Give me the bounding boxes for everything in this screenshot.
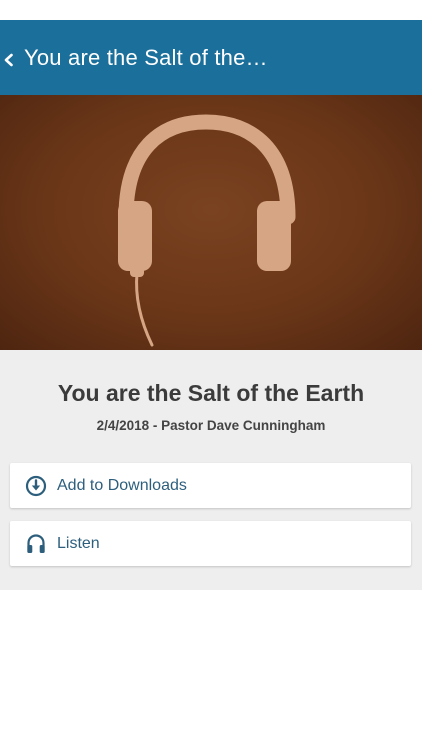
headphones-icon [25, 533, 47, 555]
chevron-left-icon [4, 53, 13, 66]
listen-button[interactable]: Listen [10, 521, 411, 566]
page-title: You are the Salt of the… [24, 44, 268, 70]
sermon-title: You are the Salt of the Earth [57, 380, 365, 406]
listen-label: Listen [57, 534, 100, 552]
sermon-date-speaker: 2/4/2018 - Pastor Dave Cunningham [96, 418, 326, 433]
headphones-artwork [118, 114, 296, 347]
download-icon [25, 475, 47, 497]
status-bar [0, 0, 422, 20]
sermon-artwork [0, 95, 422, 350]
add-to-downloads-label: Add to Downloads [57, 476, 187, 494]
add-to-downloads-button[interactable]: Add to Downloads [10, 463, 411, 508]
back-button[interactable]: You are the Salt of the… [0, 20, 268, 95]
navigation-bar: You are the Salt of the… [0, 20, 422, 95]
sermon-details: You are the Salt of the Earth 2/4/2018 -… [0, 350, 422, 590]
